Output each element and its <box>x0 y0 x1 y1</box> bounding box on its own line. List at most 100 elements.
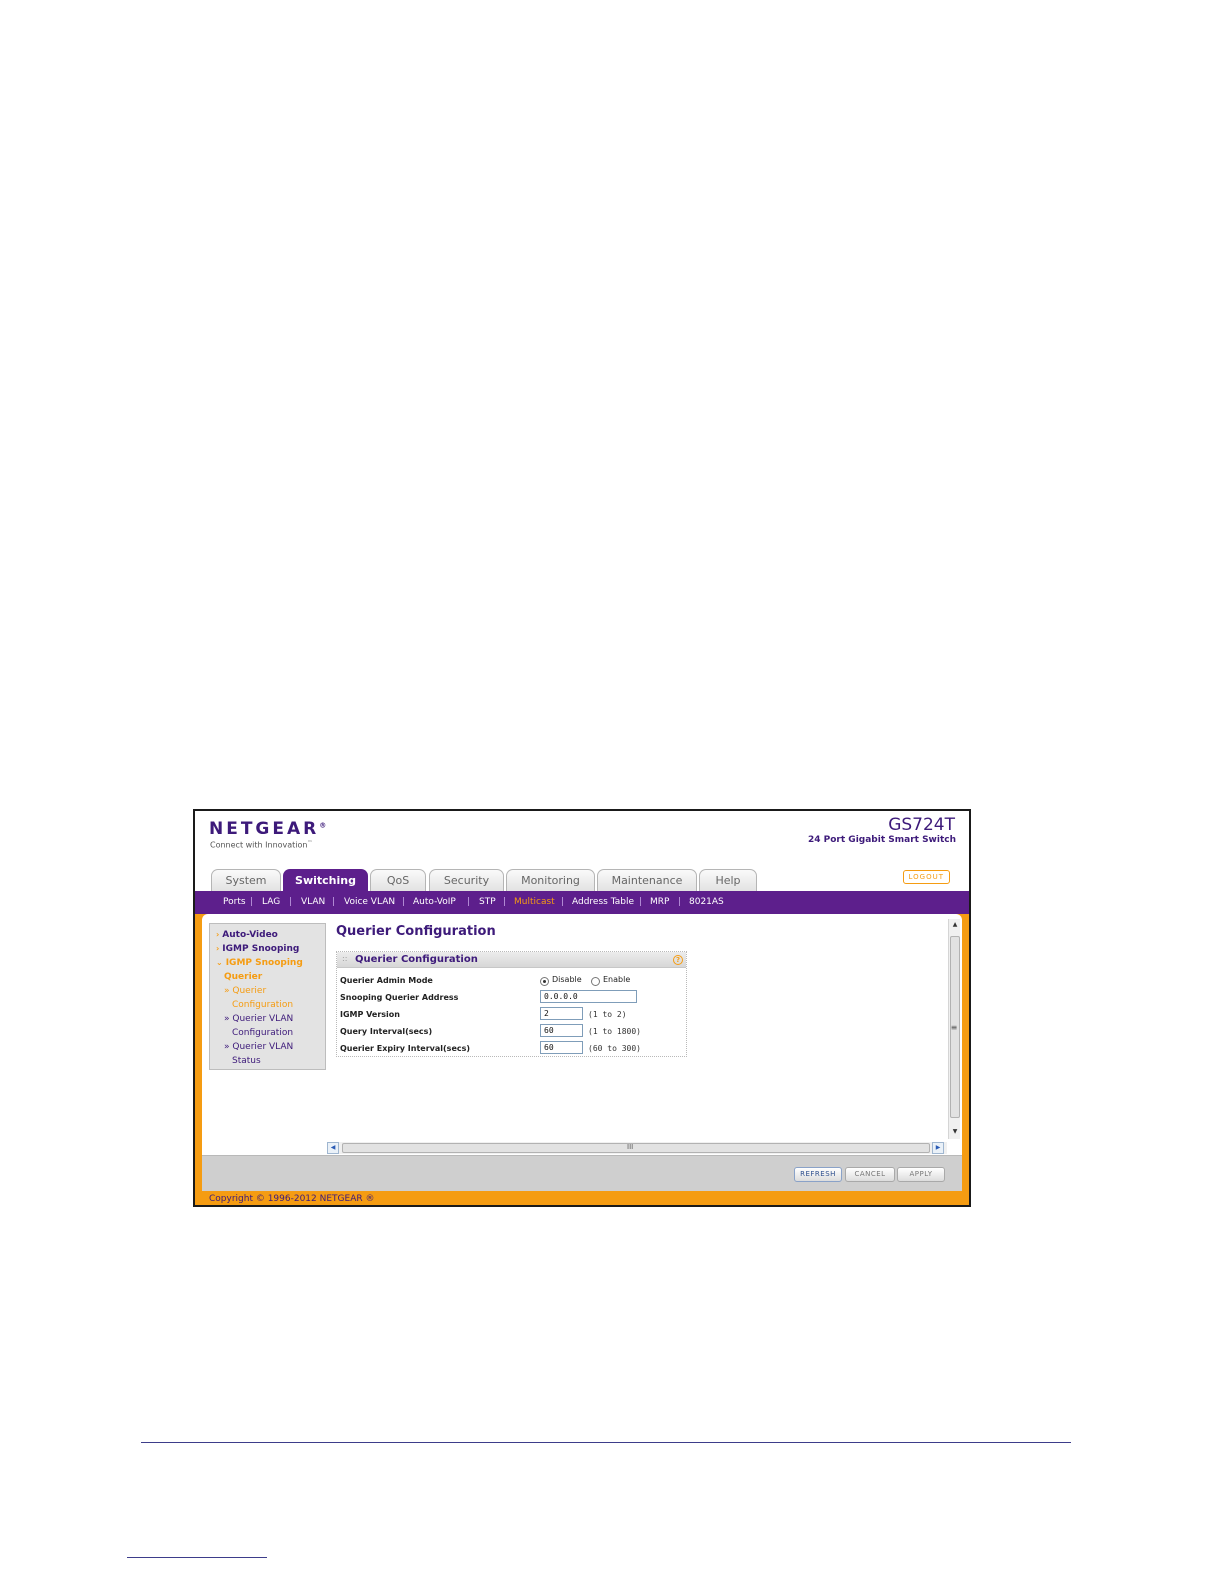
bullet-icon: » <box>224 986 230 996</box>
sidebar-item-auto-video[interactable]: › Auto-Video <box>216 930 278 940</box>
apply-button[interactable]: APPLY <box>897 1167 945 1182</box>
subnav-lag[interactable]: LAG <box>262 897 280 907</box>
igmp-version-label: IGMP Version <box>340 1010 400 1019</box>
subnav-address-table[interactable]: Address Table <box>572 897 634 907</box>
subnav-separator: | <box>467 897 471 907</box>
sidebar-subitem-label-continued[interactable]: Status <box>232 1056 261 1066</box>
bullet-icon: » <box>224 1014 230 1024</box>
sub-navigation: Ports | LAG | VLAN | Voice VLAN | Auto-V… <box>195 891 969 914</box>
sidebar-item-label: IGMP Snooping <box>225 958 303 968</box>
vertical-scrollbar[interactable]: ▲ ≡ ▼ <box>948 919 960 1139</box>
tab-security[interactable]: Security <box>429 869 504 891</box>
tab-switching[interactable]: Switching <box>283 869 368 891</box>
igmp-version-input[interactable]: 2 <box>540 1007 583 1020</box>
chevron-right-icon: › <box>216 930 220 939</box>
subnav-multicast[interactable]: Multicast <box>514 897 555 907</box>
cancel-button[interactable]: CANCEL <box>845 1167 895 1182</box>
tagline-tm-mark: ™ <box>307 840 313 846</box>
subnav-separator: | <box>639 897 643 907</box>
drag-handle-icon: :: <box>342 954 348 963</box>
scroll-left-icon[interactable]: ◀ <box>327 1142 339 1154</box>
content-area: › Auto-Video › IGMP Snooping ⌄ IGMP Snoopin… <box>202 914 962 1191</box>
button-bar: REFRESH CANCEL APPLY <box>202 1155 962 1191</box>
tagline: Connect with Innovation™ <box>210 840 313 850</box>
subnav-separator: | <box>289 897 293 907</box>
sidebar-subitem-querier-vlan-status[interactable]: » Querier VLAN <box>224 1042 293 1052</box>
model-name: GS724T <box>888 815 955 835</box>
subnav-mrp[interactable]: MRP <box>650 897 669 907</box>
subnav-voice-vlan[interactable]: Voice VLAN <box>344 897 395 907</box>
querier-address-label: Snooping Querier Address <box>340 993 459 1002</box>
admin-mode-disable-label: Disable <box>552 975 582 984</box>
subnav-auto-voip[interactable]: Auto-VoIP <box>413 897 456 907</box>
help-icon[interactable]: ? <box>673 955 683 965</box>
scroll-up-icon[interactable]: ▲ <box>949 919 961 931</box>
tab-help[interactable]: Help <box>699 869 757 891</box>
tagline-text: Connect with Innovation <box>210 840 308 850</box>
sidebar-item-igmp-snooping-querier[interactable]: ⌄ IGMP Snooping <box>216 958 303 968</box>
subnav-separator: | <box>678 897 682 907</box>
main-tabs: System Switching QoS Security Monitoring… <box>195 869 969 891</box>
logout-button[interactable]: LOGOUT <box>902 870 950 884</box>
scroll-down-icon[interactable]: ▼ <box>949 1126 961 1138</box>
subnav-separator: | <box>561 897 565 907</box>
query-interval-label: Query Interval(secs) <box>340 1027 433 1036</box>
sidebar: › Auto-Video › IGMP Snooping ⌄ IGMP Snoopin… <box>209 923 326 1070</box>
panel-header: :: Querier Configuration ? <box>337 952 686 968</box>
netgear-logo: NETGEAR® <box>209 819 326 839</box>
querier-address-input[interactable]: 0.0.0.0 <box>540 990 637 1003</box>
model-description: 24 Port Gigabit Smart Switch <box>808 835 956 845</box>
horizontal-scrollbar[interactable]: ◀ III ▶ <box>327 1142 947 1154</box>
tab-monitoring[interactable]: Monitoring <box>506 869 595 891</box>
header: NETGEAR® Connect with Innovation™ GS724T… <box>195 811 969 869</box>
subnav-separator: | <box>503 897 507 907</box>
sidebar-item-label-continued[interactable]: Querier <box>224 972 262 982</box>
sidebar-item-label: IGMP Snooping <box>222 944 300 954</box>
subnav-separator: | <box>402 897 406 907</box>
scroll-grip-icon: ≡ <box>950 1023 958 1032</box>
footer-link-underline <box>127 1557 267 1558</box>
admin-mode-enable-label: Enable <box>603 975 631 984</box>
logo-text: NETGEAR <box>209 819 320 839</box>
subnav-8021as[interactable]: 8021AS <box>689 897 724 907</box>
sidebar-subitem-querier-vlan-configuration[interactable]: » Querier VLAN <box>224 1014 293 1024</box>
subnav-stp[interactable]: STP <box>479 897 496 907</box>
tab-qos[interactable]: QoS <box>370 869 426 891</box>
sidebar-subitem-label: Querier <box>232 986 267 996</box>
admin-mode-disable-radio[interactable] <box>540 977 549 986</box>
scroll-right-icon[interactable]: ▶ <box>932 1142 944 1154</box>
expiry-interval-label: Querier Expiry Interval(secs) <box>340 1044 471 1053</box>
chevron-down-icon: ⌄ <box>216 958 223 967</box>
admin-mode-enable-radio[interactable] <box>591 977 600 986</box>
panel-title: Querier Configuration <box>355 954 478 965</box>
sidebar-item-igmp-snooping[interactable]: › IGMP Snooping <box>216 944 299 954</box>
expiry-interval-range: (60 to 300) <box>588 1044 641 1053</box>
page-title: Querier Configuration <box>336 924 496 939</box>
refresh-button[interactable]: REFRESH <box>794 1167 842 1182</box>
sidebar-item-label: Auto-Video <box>222 930 278 940</box>
query-interval-input[interactable]: 60 <box>540 1024 583 1037</box>
horizontal-scroll-thumb[interactable] <box>342 1143 930 1153</box>
subnav-vlan[interactable]: VLAN <box>301 897 325 907</box>
sidebar-subitem-querier-configuration[interactable]: » Querier <box>224 986 266 996</box>
subnav-separator: | <box>332 897 336 907</box>
sidebar-subitem-label: Querier VLAN <box>232 1042 294 1052</box>
querier-config-panel: :: Querier Configuration ? Querier Admin… <box>336 951 687 1057</box>
logo-registered-mark: ® <box>319 821 327 830</box>
tab-maintenance[interactable]: Maintenance <box>597 869 697 891</box>
subnav-separator: | <box>250 897 254 907</box>
sidebar-subitem-label: Querier VLAN <box>232 1014 294 1024</box>
admin-mode-label: Querier Admin Mode <box>340 976 433 985</box>
scroll-grip-icon: III <box>627 1143 634 1151</box>
chevron-right-icon: › <box>216 944 220 953</box>
sidebar-subitem-label-continued[interactable]: Configuration <box>232 1000 293 1010</box>
tab-system[interactable]: System <box>211 869 281 891</box>
subnav-ports[interactable]: Ports <box>223 897 246 907</box>
footer-divider <box>141 1442 1071 1443</box>
app-window: NETGEAR® Connect with Innovation™ GS724T… <box>193 809 971 1207</box>
igmp-version-range: (1 to 2) <box>588 1010 627 1019</box>
query-interval-range: (1 to 1800) <box>588 1027 641 1036</box>
sidebar-subitem-label-continued[interactable]: Configuration <box>232 1028 293 1038</box>
copyright-text: Copyright © 1996-2012 NETGEAR ® <box>209 1194 375 1204</box>
expiry-interval-input[interactable]: 60 <box>540 1041 583 1054</box>
